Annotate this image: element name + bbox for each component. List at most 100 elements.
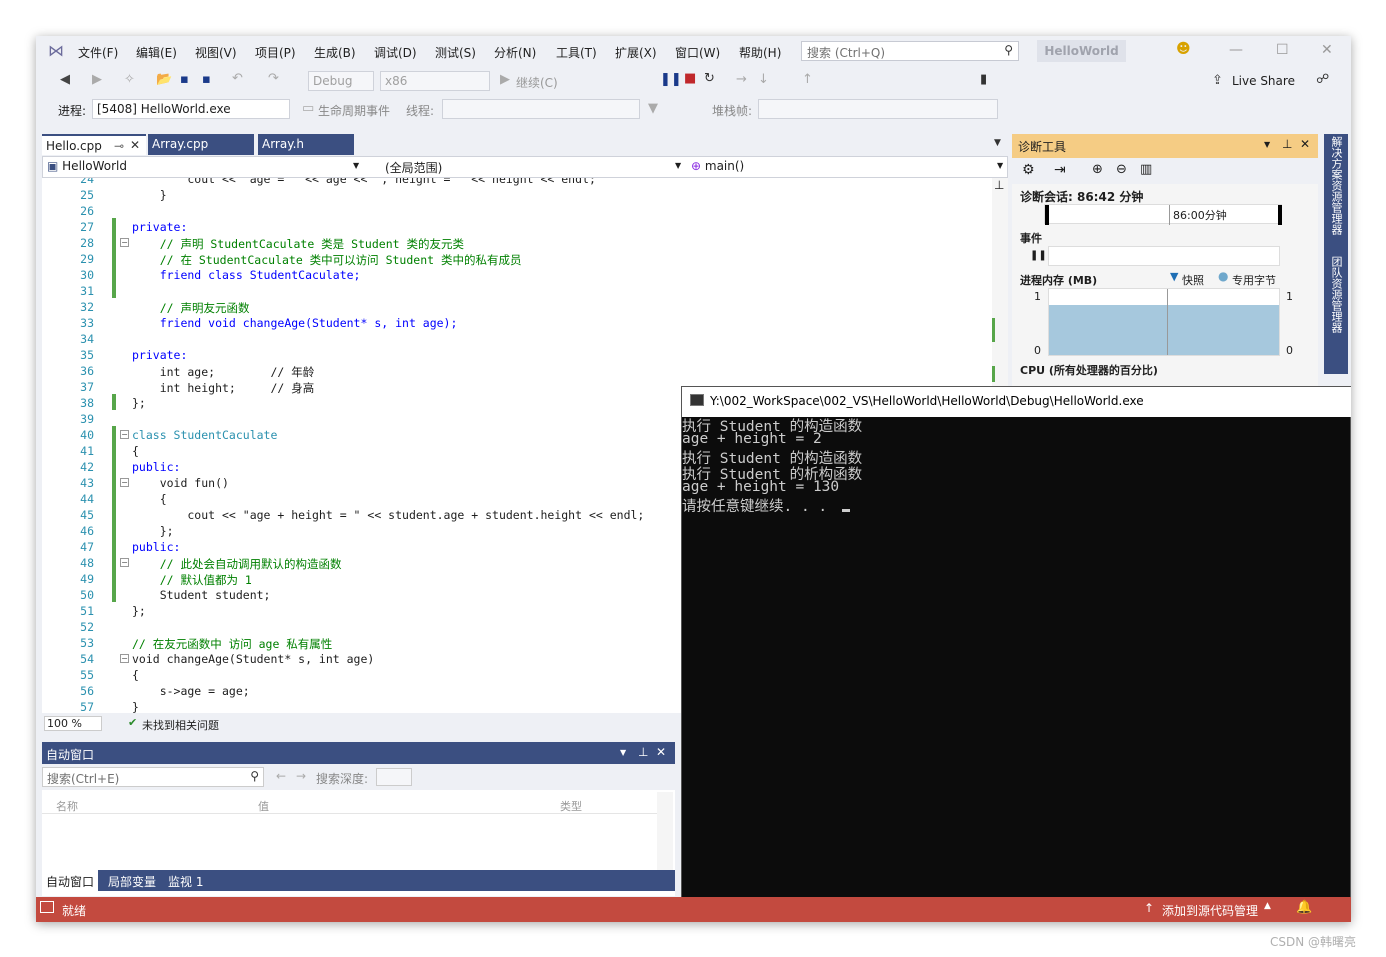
account-icon[interactable]: ☍ [1316, 72, 1329, 87]
config-select[interactable]: Debug [308, 71, 374, 91]
filter-icon[interactable]: ▼ [648, 101, 658, 116]
close-icon[interactable]: ✕ [656, 745, 666, 759]
console-window[interactable]: Y:\002_WorkSpace\002_VS\HelloWorld\Hello… [681, 386, 1351, 898]
menu-project[interactable]: 项目(P) [255, 44, 296, 61]
continue-icon[interactable]: ▶ [500, 72, 510, 87]
tab-locals[interactable]: 局部变量 [104, 870, 160, 891]
tab-array-cpp[interactable]: Array.cpp [148, 134, 254, 155]
forward-icon[interactable]: → [296, 769, 306, 783]
source-control-button[interactable]: 添加到源代码管理 [1162, 902, 1258, 919]
autos-search-input[interactable]: 搜索(Ctrl+E) ⚲ [42, 767, 264, 787]
fold-toggle[interactable]: − [120, 478, 129, 487]
menu-file[interactable]: 文件(F) [78, 44, 118, 61]
zoom-out-icon[interactable]: ⊖ [1116, 162, 1127, 177]
pause-icon[interactable]: ❚❚ [1030, 250, 1047, 261]
chevron-down-icon[interactable]: ▼ [353, 161, 359, 170]
stackframe-select[interactable] [758, 99, 998, 119]
step-into-icon[interactable]: → [736, 72, 747, 87]
memory-chart[interactable] [1048, 288, 1280, 356]
step-out-icon[interactable]: ↑ [802, 72, 813, 87]
fold-toggle[interactable]: − [120, 238, 129, 247]
tab-overflow-icon[interactable]: ▼ [994, 138, 1001, 148]
menu-edit[interactable]: 编辑(E) [136, 44, 177, 61]
new-project-icon[interactable]: ✧ [124, 72, 135, 87]
notifications-icon[interactable]: 🔔 [1296, 900, 1312, 915]
live-share-icon[interactable]: ⇪ [1212, 73, 1223, 88]
menu-window[interactable]: 窗口(W) [675, 44, 720, 61]
tab-array-h[interactable]: Array.h [258, 134, 354, 155]
column-name[interactable]: 名称 [56, 798, 78, 814]
lifecycle-events-button[interactable]: 生命周期事件 [318, 102, 390, 119]
project-nav-combo[interactable]: ▣ HelloWorld [47, 159, 357, 173]
pin-icon[interactable]: ⊸ [114, 139, 124, 153]
step-over-icon[interactable]: ↓ [758, 72, 769, 87]
menu-extensions[interactable]: 扩展(X) [615, 44, 657, 61]
search-icon[interactable]: ⚲ [250, 769, 259, 783]
chevron-down-icon[interactable]: ▼ [675, 161, 681, 170]
maximize-button[interactable]: ☐ [1276, 42, 1289, 58]
bookmark-icon[interactable]: ▮ [980, 72, 987, 87]
timeline-ruler[interactable]: 86:00分钟 [1044, 204, 1282, 225]
forward-icon[interactable]: ▶ [92, 72, 102, 87]
search-input[interactable]: 搜索 (Ctrl+Q) ⚲ [801, 41, 1019, 61]
platform-select[interactable]: x86 [380, 71, 490, 91]
close-button[interactable]: ✕ [1321, 42, 1333, 58]
open-file-icon[interactable]: 📂 [156, 72, 172, 87]
events-section-label[interactable]: 事件 [1020, 230, 1042, 246]
menu-help[interactable]: 帮助(H) [739, 44, 781, 61]
pin-icon[interactable]: ⊥ [638, 745, 648, 759]
save-icon[interactable]: ▪ [180, 72, 189, 87]
memory-section-label[interactable]: 进程内存 (MB) [1020, 272, 1097, 288]
stop-icon[interactable]: ■ [684, 71, 696, 86]
menu-debug[interactable]: 调试(D) [374, 44, 417, 61]
autos-scrollbar[interactable] [657, 792, 673, 874]
dropdown-icon[interactable]: ▼ [1264, 140, 1270, 149]
fold-toggle[interactable]: − [120, 654, 129, 663]
undo-icon[interactable]: ↶ [232, 71, 243, 86]
menu-test[interactable]: 测试(S) [435, 44, 476, 61]
zoom-in-icon[interactable]: ⊕ [1092, 162, 1103, 177]
continue-button[interactable]: 继续(C) [516, 74, 558, 91]
back-icon[interactable]: ◀ [60, 72, 70, 87]
menu-build[interactable]: 生成(B) [314, 44, 356, 61]
tab-hello-cpp[interactable]: Hello.cpp ⊸ ✕ [42, 134, 146, 155]
column-value[interactable]: 值 [258, 798, 269, 814]
tab-watch1[interactable]: 监视 1 [164, 870, 207, 891]
tab-autos[interactable]: 自动窗口 [42, 870, 99, 891]
search-depth-select[interactable] [376, 768, 412, 786]
restart-icon[interactable]: ↻ [704, 71, 715, 86]
fold-toggle[interactable]: − [120, 430, 129, 439]
process-select[interactable]: [5408] HelloWorld.exe [92, 99, 290, 119]
live-share-button[interactable]: Live Share [1232, 74, 1295, 88]
chevron-down-icon[interactable]: ▼ [997, 161, 1003, 170]
export-icon[interactable]: ⇥ [1054, 162, 1066, 178]
chart-icon[interactable]: ▥ [1140, 162, 1152, 177]
issues-status[interactable]: 未找到相关问题 [142, 717, 219, 733]
save-all-icon[interactable]: ▪ [202, 72, 211, 87]
zoom-select[interactable]: 100 % [44, 716, 102, 731]
redo-icon[interactable]: ↷ [268, 71, 279, 86]
vs-logo-icon[interactable]: ⋈ [48, 41, 64, 60]
split-icon[interactable]: ⊥ [994, 178, 1004, 192]
solution-explorer-tab[interactable]: 解决方案资源管理器 [1328, 136, 1344, 235]
cpu-section-label[interactable]: CPU (所有处理器的百分比) [1020, 362, 1158, 378]
settings-icon[interactable]: ⚙ [1022, 162, 1035, 178]
team-explorer-tab[interactable]: 团队资源管理器 [1328, 256, 1344, 333]
pause-icon[interactable]: ❚❚ [660, 72, 682, 87]
status-bar: 就绪 ↑ 添加到源代码管理 ▲ 🔔 [36, 897, 1351, 922]
scope-nav-combo[interactable]: (全局范围) [385, 159, 442, 176]
minimize-button[interactable]: — [1229, 42, 1243, 58]
member-nav-combo[interactable]: ⊕ main() [691, 159, 744, 173]
thread-select[interactable] [442, 99, 640, 119]
back-icon[interactable]: ← [276, 769, 286, 783]
fold-toggle[interactable]: − [120, 558, 129, 567]
feedback-icon[interactable]: ☻ [1176, 41, 1191, 57]
menu-tools[interactable]: 工具(T) [556, 44, 597, 61]
menu-analyze[interactable]: 分析(N) [494, 44, 536, 61]
close-icon[interactable]: ✕ [1300, 137, 1310, 151]
dropdown-icon[interactable]: ▼ [620, 748, 626, 757]
close-tab-icon[interactable]: ✕ [130, 138, 140, 152]
menu-view[interactable]: 视图(V) [195, 44, 237, 61]
pin-icon[interactable]: ⊥ [1282, 137, 1292, 151]
column-type[interactable]: 类型 [560, 798, 582, 814]
